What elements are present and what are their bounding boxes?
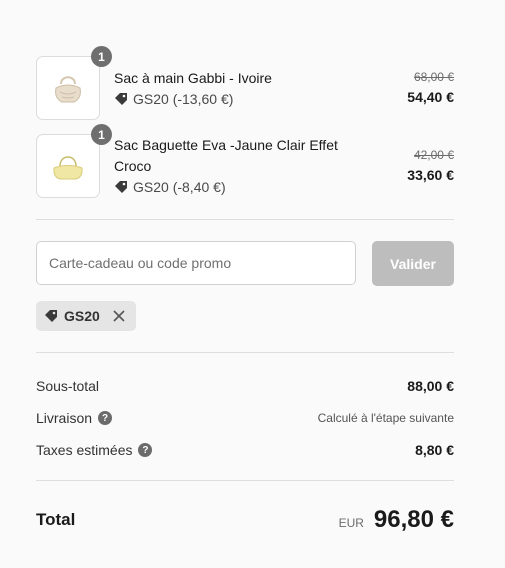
taxes-label: Taxes estimées — [36, 442, 133, 458]
divider — [36, 480, 454, 481]
product-thumbnail: 1 — [36, 124, 112, 198]
shipping-row: Livraison ? Calculé à l'étape suivante — [36, 408, 454, 428]
applied-discount-chip: GS20 — [36, 301, 136, 331]
product-thumbnail: 1 — [36, 46, 112, 120]
subtotal-row: Sous-total 88,00 € — [36, 376, 454, 396]
taxes-value: 8,80 € — [415, 442, 454, 458]
apply-promo-button[interactable]: Valider — [372, 241, 454, 286]
quantity-badge: 1 — [91, 46, 112, 67]
bag-image-icon — [55, 76, 81, 103]
line-item: 1 Sac à main Gabbi - Ivoire GS20 (-13,60… — [36, 46, 454, 120]
tag-icon — [45, 310, 57, 322]
applied-code: GS20 — [64, 308, 100, 324]
total-row: Total EUR 96,80 € — [36, 504, 454, 536]
divider — [36, 352, 454, 353]
item-discount: GS20 (-13,60 €) — [114, 89, 364, 109]
currency-code: EUR — [338, 516, 364, 530]
discount-text: GS20 (-13,60 €) — [133, 91, 234, 107]
old-price: 42,00 € — [413, 148, 454, 162]
item-name: Sac Baguette Eva -Jaune Clair Effet Croc… — [114, 137, 338, 174]
line-item: 1 Sac Baguette Eva -Jaune Clair Effet Cr… — [36, 124, 454, 198]
total-label: Total — [36, 510, 76, 529]
shipping-value: Calculé à l'étape suivante — [317, 411, 454, 425]
item-discount: GS20 (-8,40 €) — [114, 177, 374, 197]
subtotal-value: 88,00 € — [407, 378, 454, 394]
old-price: 68,00 € — [413, 70, 454, 84]
new-price: 54,40 € — [407, 89, 454, 105]
quantity-badge: 1 — [91, 124, 112, 145]
total-amount: 96,80 € — [373, 506, 454, 533]
discount-text: GS20 (-8,40 €) — [133, 179, 226, 195]
tag-icon — [115, 93, 127, 105]
help-icon[interactable]: ? — [98, 411, 113, 425]
shipping-label: Livraison — [36, 410, 93, 426]
item-name: Sac à main Gabbi - Ivoire — [114, 70, 272, 86]
divider — [36, 219, 454, 220]
new-price: 33,60 € — [407, 167, 454, 183]
promo-code-input[interactable] — [36, 241, 356, 285]
help-icon[interactable]: ? — [138, 443, 153, 457]
bag-image-icon — [53, 156, 83, 180]
subtotal-label: Sous-total — [36, 378, 100, 394]
taxes-row: Taxes estimées ? 8,80 € — [36, 440, 454, 460]
tag-icon — [115, 181, 127, 193]
close-icon[interactable] — [112, 309, 126, 323]
